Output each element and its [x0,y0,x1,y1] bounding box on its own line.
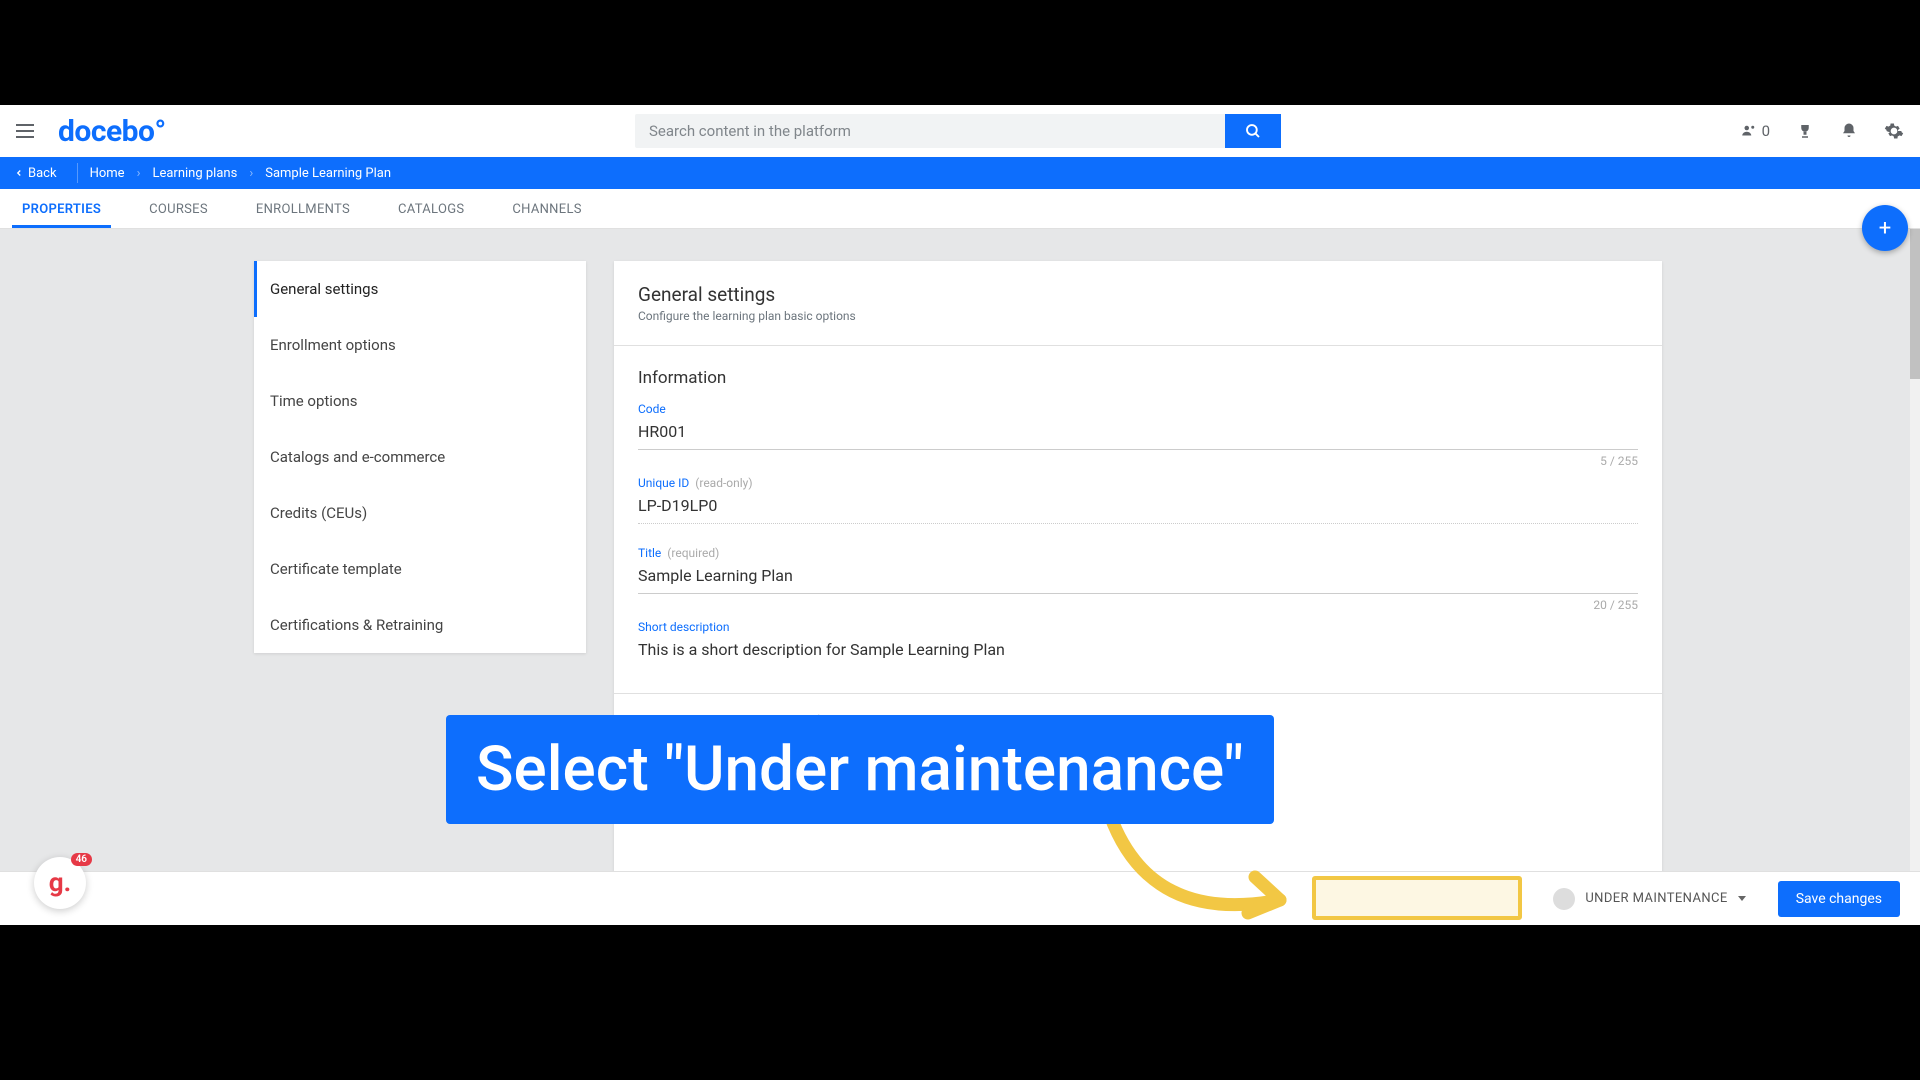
gear-icon[interactable] [1884,121,1904,141]
search-icon [1244,122,1262,140]
counter-code: 5 / 255 [638,454,1638,468]
input-title[interactable]: Sample Learning Plan [638,560,1638,594]
scrollbar-thumb[interactable] [1910,229,1920,379]
back-button[interactable]: Back [0,166,71,181]
search-input[interactable] [635,114,1225,148]
add-fab[interactable]: + [1862,205,1908,251]
topbar-actions: 0 [1740,121,1904,141]
menu-icon[interactable] [16,119,40,143]
credits-count: 0 [1762,122,1770,140]
sidebar-item-catalogs-ecommerce[interactable]: Catalogs and e-commerce [254,429,586,485]
trophy-icon[interactable] [1796,122,1814,140]
plus-icon: + [1879,216,1891,241]
app-viewport: docebo° 0 [0,105,1920,925]
label-unique-id: Unique ID [638,476,689,490]
input-short-description[interactable]: This is a short description for Sample L… [638,634,1638,667]
guidde-widget[interactable]: g. 46 [34,857,86,909]
guidde-badge: 46 [71,853,92,866]
status-label: UNDER MAINTENANCE [1585,891,1727,906]
save-changes-button[interactable]: Save changes [1778,881,1900,917]
section-title-information: Information [638,368,1638,388]
action-bar: UNDER MAINTENANCE Save changes [0,871,1920,925]
top-header: docebo° 0 [0,105,1920,157]
guidde-glyph: g. [49,868,71,898]
back-label: Back [28,166,57,181]
credits-indicator[interactable]: 0 [1740,122,1770,140]
bell-icon[interactable] [1840,122,1858,140]
tab-catalogs[interactable]: CATALOGS [396,190,466,227]
status-dot-icon [1553,888,1575,910]
counter-title: 20 / 255 [638,598,1638,612]
chevron-right-icon: › [249,166,253,181]
label-short-description: Short description [638,620,729,634]
field-unique-id: Unique ID (read-only) LP-D19LP0 [638,476,1638,524]
status-dropdown[interactable]: UNDER MAINTENANCE [1539,878,1759,920]
tab-properties[interactable]: PROPERTIES [20,190,103,227]
field-code: Code HR001 5 / 255 [638,402,1638,468]
annotation-text: Select "Under maintenance" [476,733,1244,806]
caret-down-icon [1738,896,1746,901]
field-short-description: Short description This is a short descri… [638,620,1638,667]
hint-title: (required) [667,546,719,560]
value-unique-id: LP-D19LP0 [638,490,1638,524]
hint-unique-id: (read-only) [695,476,752,490]
label-title: Title [638,546,661,560]
tab-channels[interactable]: CHANNELS [510,190,583,227]
crumb-current: Sample Learning Plan [259,166,397,181]
sidebar-item-certifications-retraining[interactable]: Certifications & Retraining [254,597,586,653]
annotation-callout: Select "Under maintenance" [446,715,1274,824]
chevron-left-icon [14,168,24,178]
brand-text: docebo [58,114,154,149]
search-button[interactable] [1225,114,1281,148]
panel-header: General settings Configure the learning … [614,261,1662,335]
search-wrap [635,114,1281,148]
breadcrumb-bar: Back Home › Learning plans › Sample Lear… [0,157,1920,189]
tab-enrollments[interactable]: ENROLLMENTS [254,190,352,227]
settings-sidebar: General settings Enrollment options Time… [254,261,586,653]
vertical-scrollbar[interactable] [1910,229,1920,887]
input-code[interactable]: HR001 [638,416,1638,450]
section-information: Information Code HR001 5 / 255 Unique ID… [614,346,1662,683]
sidebar-item-certificate-template[interactable]: Certificate template [254,541,586,597]
crumb-learning-plans[interactable]: Learning plans [146,166,243,181]
breadcrumb-divider [77,163,78,183]
sidebar-item-time-options[interactable]: Time options [254,373,586,429]
label-code: Code [638,402,666,416]
sidebar-item-enrollment-options[interactable]: Enrollment options [254,317,586,373]
tab-courses[interactable]: COURSES [147,190,210,227]
tab-strip: PROPERTIES COURSES ENROLLMENTS CATALOGS … [0,189,1920,229]
panel-subtitle: Configure the learning plan basic option… [638,309,1638,323]
brand-logo[interactable]: docebo° [58,114,166,149]
save-label: Save changes [1796,891,1882,907]
users-icon [1740,122,1758,140]
chevron-right-icon: › [137,166,141,181]
field-title: Title (required) Sample Learning Plan 20… [638,546,1638,612]
sidebar-item-credits-ceus[interactable]: Credits (CEUs) [254,485,586,541]
sidebar-item-general-settings[interactable]: General settings [254,261,586,317]
crumb-home[interactable]: Home [84,166,131,181]
panel-title: General settings [638,283,1638,306]
